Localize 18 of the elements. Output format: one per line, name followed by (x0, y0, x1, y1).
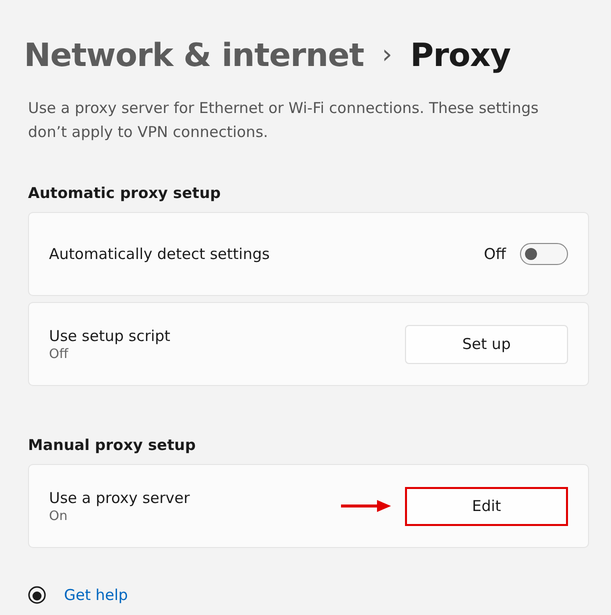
action-button[interactable]: Edit (405, 486, 568, 526)
section-heading: Manual proxy setup (28, 436, 197, 454)
page-description: Use a proxy server for Ethernet or Wi-Fi connections. These settings don’t apply to VPN connections. (28, 98, 540, 143)
section-heading: Automatic proxy setup (28, 184, 222, 202)
setting-label: Automatically detect settings (49, 245, 270, 263)
action-button[interactable]: Set up (405, 324, 568, 364)
setting-label: Use a proxy server (49, 488, 190, 506)
toggle-state: Off (484, 245, 506, 263)
setting-label: Use setup script (49, 326, 170, 344)
toggle-switch[interactable] (520, 243, 568, 265)
chevron-separator: › (382, 40, 392, 70)
annotation-arrow (341, 500, 391, 512)
breadcrumb-parent[interactable]: Network & internet (24, 36, 364, 74)
setting-status: On (49, 508, 68, 524)
setting-status: Off (49, 346, 70, 362)
page-title: Proxy (410, 36, 511, 74)
help-link[interactable]: Get help (64, 586, 128, 604)
help-icon (28, 586, 46, 604)
